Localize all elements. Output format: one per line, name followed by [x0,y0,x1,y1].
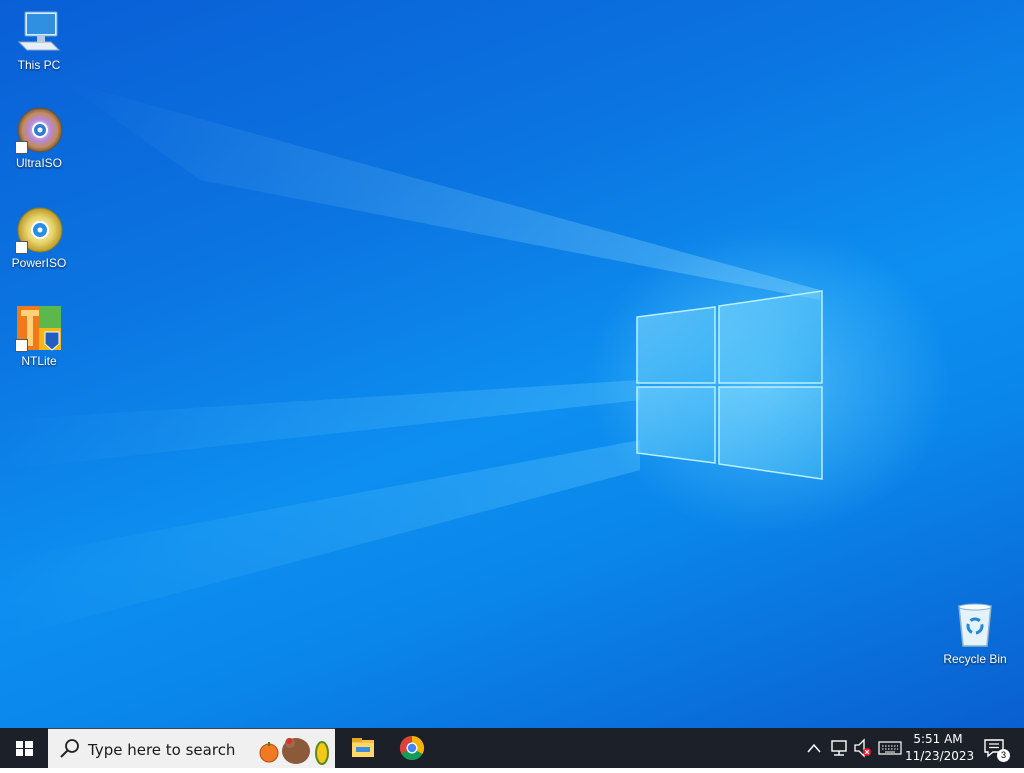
tray-touch-keyboard[interactable] [876,728,904,768]
desktop-icon-label: UltraISO [15,156,62,170]
taskbar-search-box[interactable]: Type here to search [48,728,335,768]
notification-count-badge: 3 [997,749,1010,762]
chrome-icon [399,736,425,761]
taskbar-file-explorer[interactable] [342,728,384,768]
shortcut-arrow-icon [15,339,28,352]
clock-time: 5:51 AM [913,732,963,746]
start-button[interactable] [0,728,48,768]
notification-icon [984,739,1004,758]
desktop-icon-poweriso[interactable]: PowerISO [0,206,78,270]
network-icon [831,740,847,756]
volume-muted-icon [854,738,871,758]
shortcut-arrow-icon [15,141,28,154]
shortcut-arrow-icon [15,241,28,254]
recycle-bin-icon [958,603,992,647]
desktop-icon-recycle-bin[interactable]: Recycle Bin [936,602,1014,666]
chevron-up-icon [807,743,821,753]
tray-network[interactable] [828,728,850,768]
search-icon [60,739,79,758]
desktop-icon-ntlite[interactable]: NTLite [0,304,78,368]
tray-volume[interactable] [852,728,874,768]
desktop-background: This PC UltraISO PowerISO NTLite Recycle… [0,0,1024,728]
taskbar: Type here to search 5:51 AM 11/23/2023 3 [0,728,1024,768]
desktop-icon-ultraiso[interactable]: UltraISO [0,106,78,170]
folder-icon [352,738,374,757]
clock-date: 11/23/2023 [905,749,975,763]
search-placeholder: Type here to search [88,741,236,759]
tray-show-hidden-icons[interactable] [804,728,824,768]
wallpaper-light-beams [0,80,820,640]
action-center-button[interactable]: 3 [980,728,1016,768]
windows-logo [636,290,823,480]
tray-clock[interactable]: 5:51 AM 11/23/2023 [905,731,975,765]
windows-start-icon [16,741,33,756]
search-highlight-thanksgiving-icon [259,738,329,765]
desktop-icon-this-pc[interactable]: This PC [0,8,78,72]
desktop-icon-label: This PC [17,58,61,72]
desktop-icon-label: NTLite [21,354,57,368]
keyboard-icon [878,741,902,755]
computer-icon [17,11,61,51]
taskbar-chrome[interactable] [391,728,433,768]
desktop-icon-label: Recycle Bin [943,652,1007,666]
desktop-icon-label: PowerISO [11,256,67,270]
